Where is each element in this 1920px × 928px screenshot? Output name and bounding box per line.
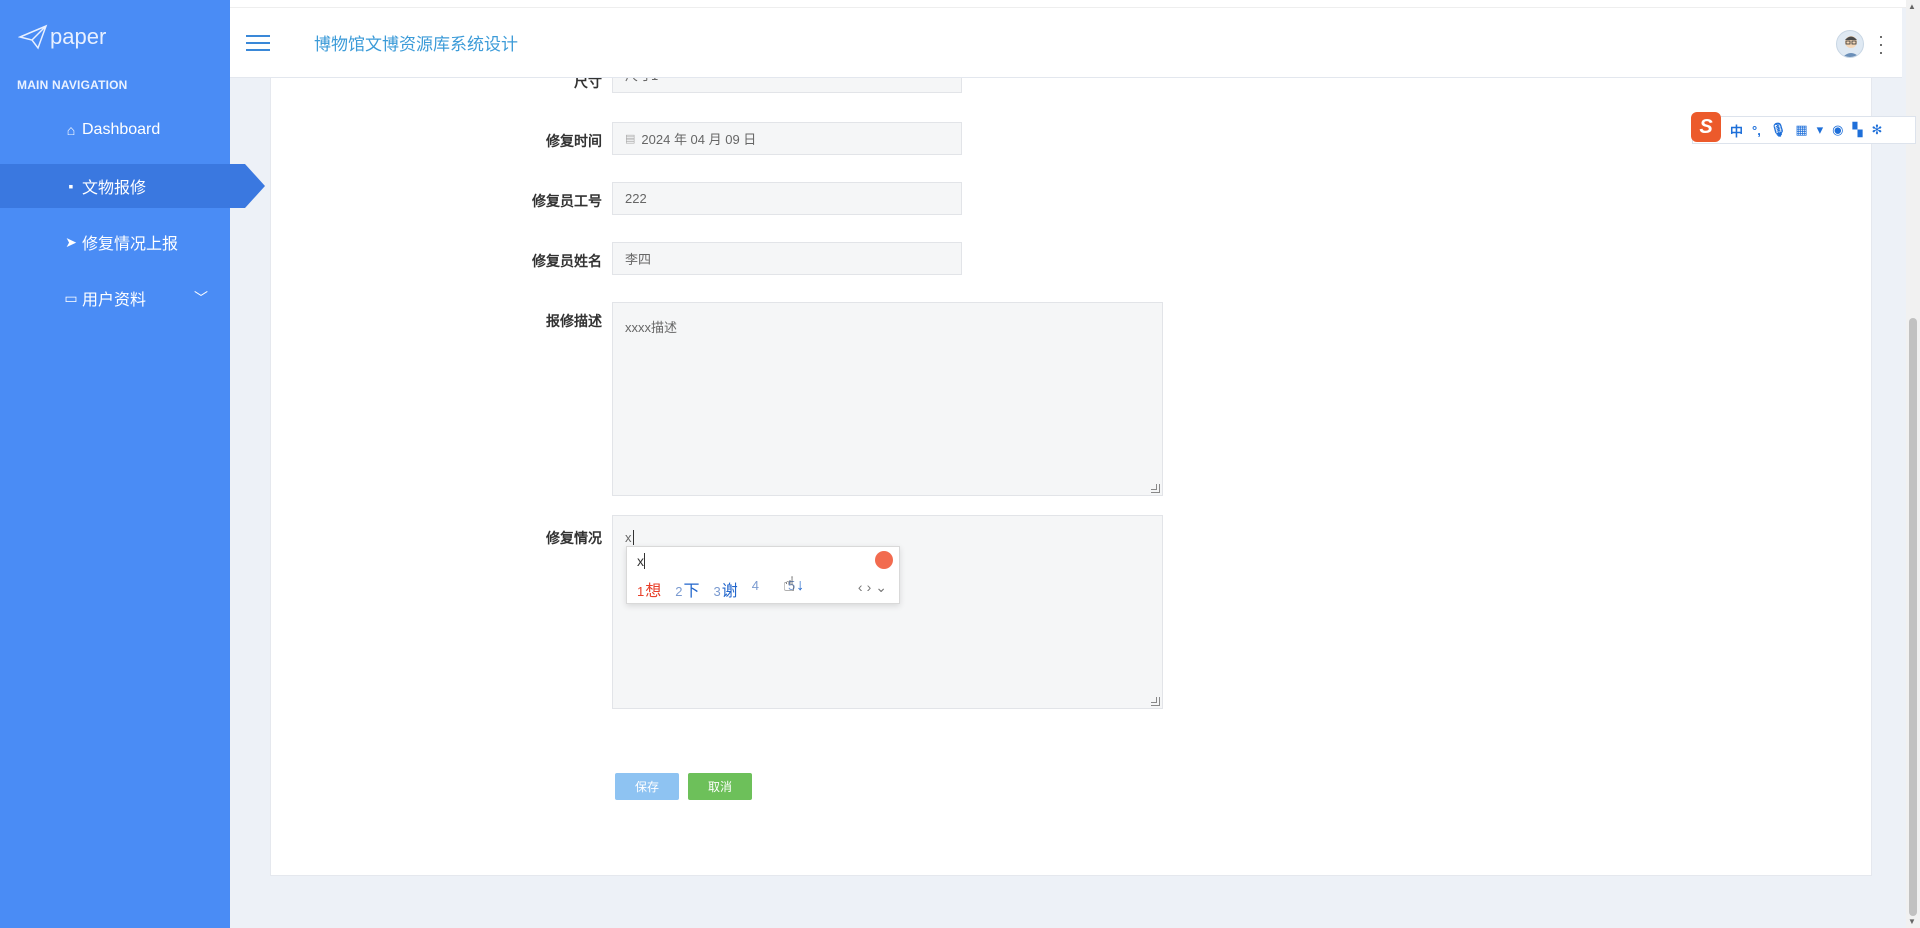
status-textarea[interactable]: x — [612, 515, 1163, 709]
calendar-icon: ▤ — [625, 133, 636, 145]
resize-grip-icon[interactable] — [1151, 697, 1160, 706]
sidebar-item-label: 用户资料 — [82, 292, 147, 309]
chevron-down-icon: ﹀ — [194, 290, 208, 306]
sidebar-item-repair-report[interactable]: ➤ 修复情况上报 — [0, 214, 230, 270]
user-avatar-icon — [1842, 36, 1860, 57]
cand-num: 2 — [675, 584, 683, 599]
home-icon: ⌂ — [66, 122, 76, 138]
desc-textarea[interactable]: xxxx描述 — [612, 302, 1163, 496]
ime-page-nav[interactable]: ‹›⌄ — [858, 579, 891, 596]
paper-plane-icon — [18, 24, 48, 50]
keyboard-icon[interactable]: ▦ — [1795, 122, 1807, 138]
menu-toggle-icon[interactable] — [246, 30, 270, 56]
ime-skin-icon[interactable] — [875, 551, 893, 569]
repairer-id-label: 修复员工号 — [532, 193, 602, 209]
cand-word: 谢 — [721, 583, 738, 600]
apps-icon[interactable]: ▚ — [1853, 122, 1863, 138]
sidebar-item-user-profile[interactable]: ▭ 用户资料 ﹀ — [0, 270, 230, 326]
sidebar-item-label: 修复情况上报 — [82, 236, 179, 253]
desc-value: xxxx描述 — [625, 320, 678, 335]
logo-text: paper — [50, 24, 107, 49]
stamp-icon: ▪ — [68, 178, 74, 194]
send-icon: ➤ — [65, 233, 77, 250]
sidebar-item-dashboard[interactable]: ⌂ Dashboard — [0, 102, 230, 158]
repair-time-label: 修复时间 — [546, 133, 602, 149]
prev-page-icon[interactable]: ‹ — [858, 579, 867, 595]
cancel-button[interactable]: 取消 — [688, 773, 752, 800]
ime-candidates: 1想 2下 3谢 4 5↓ — [637, 577, 804, 601]
expand-icon[interactable]: ⌄ — [875, 579, 891, 595]
status-value: x — [625, 530, 632, 545]
ime-candidate-popup: x 1想 2下 3谢 4 5↓ ‹›⌄ — [626, 546, 900, 604]
cand-word: ↓ — [796, 577, 805, 594]
sidebar-item-label: 文物报修 — [82, 180, 147, 197]
shirt-icon[interactable]: ▾ — [1817, 122, 1824, 138]
status-label: 修复情况 — [546, 530, 602, 546]
resize-grip-icon[interactable] — [1151, 484, 1160, 493]
gamepad-icon[interactable]: ◉ — [1832, 122, 1843, 138]
scroll-down-icon[interactable]: ▼ — [1908, 917, 1916, 926]
scrollbar-thumb[interactable] — [1909, 318, 1917, 916]
nav-header: MAIN NAVIGATION — [17, 78, 128, 92]
save-button[interactable]: 保存 — [615, 773, 679, 800]
next-page-icon[interactable]: › — [867, 579, 876, 595]
hand-cursor-icon: ☝ — [783, 574, 796, 596]
ime-typed-text: x — [637, 553, 649, 569]
form-panel: 尺寸 尺寸1 修复时间 ▤ 2024 年 04 月 09 日 修复员工号 222… — [270, 65, 1872, 876]
sidebar: paper MAIN NAVIGATION ⌂ Dashboard ▪ 文物报修… — [0, 0, 265, 928]
repairer-id-value: 222 — [625, 191, 647, 206]
ime-mode-toggle[interactable]: 中 — [1730, 121, 1743, 140]
ime-candidate[interactable]: 2下 — [675, 577, 699, 601]
more-vertical-icon[interactable]: · · · — [1878, 27, 1884, 61]
repairer-name-label: 修复员姓名 — [532, 253, 602, 269]
cand-word: 想 — [645, 583, 662, 600]
cand-num: 3 — [713, 584, 721, 599]
cand-word: 下 — [683, 583, 700, 600]
repairer-id-field[interactable]: 222 — [612, 182, 962, 215]
settings-icon[interactable]: ✻ — [1872, 122, 1883, 138]
ime-candidate[interactable]: 3谢 — [714, 577, 738, 601]
repair-time-field[interactable]: ▤ 2024 年 04 月 09 日 — [612, 122, 962, 155]
sidebar-item-label: Dashboard — [82, 121, 161, 138]
text-caret — [632, 530, 638, 545]
top-header: 博物馆文博资源库系统设计 · · · — [230, 8, 1902, 78]
sidebar-item-repair-request[interactable]: ▪ 文物报修 — [0, 164, 265, 208]
ime-candidate[interactable]: 1想 — [637, 577, 661, 601]
sogou-logo-icon[interactable]: S — [1691, 112, 1721, 142]
top-strip — [0, 0, 1920, 8]
cand-num: 4 — [751, 578, 759, 593]
app-logo[interactable]: paper — [0, 0, 230, 74]
page-title: 博物馆文博资源库系统设计 — [314, 35, 518, 54]
repairer-name-field[interactable]: 李四 — [612, 242, 962, 275]
ime-candidate[interactable]: 4 — [752, 577, 774, 601]
repair-time-value: 2024 年 04 月 09 日 — [641, 132, 757, 147]
ime-punct-toggle[interactable]: °, — [1752, 123, 1761, 138]
scroll-up-icon[interactable]: ▲ — [1908, 2, 1916, 11]
cand-num: 1 — [637, 584, 645, 599]
ime-typed-value: x — [637, 553, 644, 569]
ime-status-bar: S 中 °, 🎙︎ ▦ ▾ ◉ ▚ ✻ — [1691, 112, 1916, 144]
desc-label: 报修描述 — [546, 313, 602, 329]
mic-icon[interactable]: 🎙︎ — [1770, 122, 1787, 138]
folder-icon: ▭ — [64, 289, 78, 306]
repairer-name-value: 李四 — [625, 252, 652, 267]
avatar[interactable] — [1836, 30, 1864, 58]
